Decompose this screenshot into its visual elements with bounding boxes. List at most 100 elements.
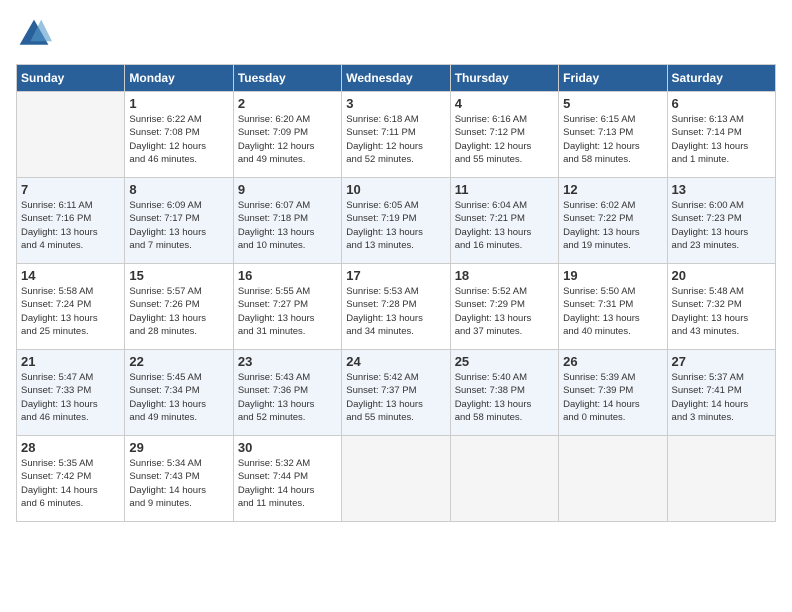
day-info: Sunrise: 5:32 AM Sunset: 7:44 PM Dayligh…: [238, 457, 337, 510]
day-number: 23: [238, 354, 337, 369]
day-info: Sunrise: 6:13 AM Sunset: 7:14 PM Dayligh…: [672, 113, 771, 166]
day-number: 18: [455, 268, 554, 283]
day-number: 9: [238, 182, 337, 197]
weekday-header-cell: Saturday: [667, 65, 775, 92]
calendar-week-row: 28 Sunrise: 5:35 AM Sunset: 7:42 PM Dayli…: [17, 436, 776, 522]
calendar-cell: 21 Sunrise: 5:47 AM Sunset: 7:33 PM Dayli…: [17, 350, 125, 436]
day-info: Sunrise: 5:48 AM Sunset: 7:32 PM Dayligh…: [672, 285, 771, 338]
calendar-cell: 28 Sunrise: 5:35 AM Sunset: 7:42 PM Dayli…: [17, 436, 125, 522]
day-info: Sunrise: 5:42 AM Sunset: 7:37 PM Dayligh…: [346, 371, 445, 424]
calendar-cell: 23 Sunrise: 5:43 AM Sunset: 7:36 PM Dayli…: [233, 350, 341, 436]
calendar-cell: 11 Sunrise: 6:04 AM Sunset: 7:21 PM Dayli…: [450, 178, 558, 264]
day-number: 11: [455, 182, 554, 197]
weekday-header-cell: Tuesday: [233, 65, 341, 92]
day-number: 10: [346, 182, 445, 197]
day-number: 24: [346, 354, 445, 369]
day-number: 27: [672, 354, 771, 369]
calendar-cell: 15 Sunrise: 5:57 AM Sunset: 7:26 PM Dayli…: [125, 264, 233, 350]
day-info: Sunrise: 5:40 AM Sunset: 7:38 PM Dayligh…: [455, 371, 554, 424]
day-info: Sunrise: 5:55 AM Sunset: 7:27 PM Dayligh…: [238, 285, 337, 338]
calendar-cell: [559, 436, 667, 522]
day-info: Sunrise: 5:45 AM Sunset: 7:34 PM Dayligh…: [129, 371, 228, 424]
day-number: 20: [672, 268, 771, 283]
calendar-cell: 17 Sunrise: 5:53 AM Sunset: 7:28 PM Dayli…: [342, 264, 450, 350]
calendar-cell: 6Sunrise: 6:13 AM Sunset: 7:14 PM Daylig…: [667, 92, 775, 178]
calendar-cell: 19 Sunrise: 5:50 AM Sunset: 7:31 PM Dayli…: [559, 264, 667, 350]
day-info: Sunrise: 5:57 AM Sunset: 7:26 PM Dayligh…: [129, 285, 228, 338]
calendar-cell: 27 Sunrise: 5:37 AM Sunset: 7:41 PM Dayli…: [667, 350, 775, 436]
weekday-header-cell: Friday: [559, 65, 667, 92]
calendar-cell: 14Sunrise: 5:58 AM Sunset: 7:24 PM Dayli…: [17, 264, 125, 350]
day-info: Sunrise: 5:35 AM Sunset: 7:42 PM Dayligh…: [21, 457, 120, 510]
day-info: Sunrise: 6:04 AM Sunset: 7:21 PM Dayligh…: [455, 199, 554, 252]
calendar-cell: 24 Sunrise: 5:42 AM Sunset: 7:37 PM Dayli…: [342, 350, 450, 436]
calendar-cell: 5 Sunrise: 6:15 AM Sunset: 7:13 PM Daylig…: [559, 92, 667, 178]
page-header: [16, 16, 776, 52]
calendar-week-row: 1Sunrise: 6:22 AM Sunset: 7:08 PM Daylig…: [17, 92, 776, 178]
calendar-cell: 25 Sunrise: 5:40 AM Sunset: 7:38 PM Dayli…: [450, 350, 558, 436]
weekday-header-cell: Sunday: [17, 65, 125, 92]
weekday-header-cell: Wednesday: [342, 65, 450, 92]
day-info: Sunrise: 5:34 AM Sunset: 7:43 PM Dayligh…: [129, 457, 228, 510]
calendar-cell: 20 Sunrise: 5:48 AM Sunset: 7:32 PM Dayli…: [667, 264, 775, 350]
day-number: 26: [563, 354, 662, 369]
calendar-cell: 13Sunrise: 6:00 AM Sunset: 7:23 PM Dayli…: [667, 178, 775, 264]
day-info: Sunrise: 5:53 AM Sunset: 7:28 PM Dayligh…: [346, 285, 445, 338]
calendar-cell: 29Sunrise: 5:34 AM Sunset: 7:43 PM Dayli…: [125, 436, 233, 522]
day-info: Sunrise: 6:15 AM Sunset: 7:13 PM Dayligh…: [563, 113, 662, 166]
day-info: Sunrise: 6:09 AM Sunset: 7:17 PM Dayligh…: [129, 199, 228, 252]
calendar-body: 1Sunrise: 6:22 AM Sunset: 7:08 PM Daylig…: [17, 92, 776, 522]
calendar-cell: 18 Sunrise: 5:52 AM Sunset: 7:29 PM Dayli…: [450, 264, 558, 350]
day-info: Sunrise: 5:37 AM Sunset: 7:41 PM Dayligh…: [672, 371, 771, 424]
calendar-cell: 3 Sunrise: 6:18 AM Sunset: 7:11 PM Daylig…: [342, 92, 450, 178]
day-number: 4: [455, 96, 554, 111]
day-number: 3: [346, 96, 445, 111]
day-info: Sunrise: 5:39 AM Sunset: 7:39 PM Dayligh…: [563, 371, 662, 424]
day-info: Sunrise: 5:47 AM Sunset: 7:33 PM Dayligh…: [21, 371, 120, 424]
calendar-cell: 9Sunrise: 6:07 AM Sunset: 7:18 PM Daylig…: [233, 178, 341, 264]
day-number: 13: [672, 182, 771, 197]
day-info: Sunrise: 5:58 AM Sunset: 7:24 PM Dayligh…: [21, 285, 120, 338]
day-number: 17: [346, 268, 445, 283]
day-info: Sunrise: 6:20 AM Sunset: 7:09 PM Dayligh…: [238, 113, 337, 166]
day-info: Sunrise: 5:52 AM Sunset: 7:29 PM Dayligh…: [455, 285, 554, 338]
calendar-cell: [342, 436, 450, 522]
day-number: 28: [21, 440, 120, 455]
calendar-week-row: 21 Sunrise: 5:47 AM Sunset: 7:33 PM Dayli…: [17, 350, 776, 436]
weekday-header-row: SundayMondayTuesdayWednesdayThursdayFrid…: [17, 65, 776, 92]
calendar-week-row: 14Sunrise: 5:58 AM Sunset: 7:24 PM Dayli…: [17, 264, 776, 350]
day-number: 1: [129, 96, 228, 111]
calendar-cell: 10 Sunrise: 6:05 AM Sunset: 7:19 PM Dayli…: [342, 178, 450, 264]
day-number: 8: [129, 182, 228, 197]
day-number: 25: [455, 354, 554, 369]
day-number: 19: [563, 268, 662, 283]
calendar-cell: 16 Sunrise: 5:55 AM Sunset: 7:27 PM Dayli…: [233, 264, 341, 350]
calendar-cell: [17, 92, 125, 178]
calendar-cell: 7Sunrise: 6:11 AM Sunset: 7:16 PM Daylig…: [17, 178, 125, 264]
day-number: 2: [238, 96, 337, 111]
day-info: Sunrise: 6:02 AM Sunset: 7:22 PM Dayligh…: [563, 199, 662, 252]
day-number: 21: [21, 354, 120, 369]
day-info: Sunrise: 6:05 AM Sunset: 7:19 PM Dayligh…: [346, 199, 445, 252]
calendar-cell: 12 Sunrise: 6:02 AM Sunset: 7:22 PM Dayli…: [559, 178, 667, 264]
day-number: 5: [563, 96, 662, 111]
calendar-cell: 8 Sunrise: 6:09 AM Sunset: 7:17 PM Daylig…: [125, 178, 233, 264]
day-info: Sunrise: 6:16 AM Sunset: 7:12 PM Dayligh…: [455, 113, 554, 166]
calendar-cell: [667, 436, 775, 522]
day-number: 22: [129, 354, 228, 369]
day-info: Sunrise: 5:43 AM Sunset: 7:36 PM Dayligh…: [238, 371, 337, 424]
weekday-header-cell: Monday: [125, 65, 233, 92]
day-number: 16: [238, 268, 337, 283]
calendar-cell: [450, 436, 558, 522]
calendar-cell: 22 Sunrise: 5:45 AM Sunset: 7:34 PM Dayli…: [125, 350, 233, 436]
logo: [16, 16, 58, 52]
calendar-cell: 4 Sunrise: 6:16 AM Sunset: 7:12 PM Daylig…: [450, 92, 558, 178]
day-info: Sunrise: 6:18 AM Sunset: 7:11 PM Dayligh…: [346, 113, 445, 166]
day-number: 15: [129, 268, 228, 283]
calendar-cell: 26 Sunrise: 5:39 AM Sunset: 7:39 PM Dayli…: [559, 350, 667, 436]
calendar-cell: 1Sunrise: 6:22 AM Sunset: 7:08 PM Daylig…: [125, 92, 233, 178]
calendar-cell: 30Sunrise: 5:32 AM Sunset: 7:44 PM Dayli…: [233, 436, 341, 522]
day-info: Sunrise: 5:50 AM Sunset: 7:31 PM Dayligh…: [563, 285, 662, 338]
calendar-cell: 2 Sunrise: 6:20 AM Sunset: 7:09 PM Daylig…: [233, 92, 341, 178]
day-number: 12: [563, 182, 662, 197]
